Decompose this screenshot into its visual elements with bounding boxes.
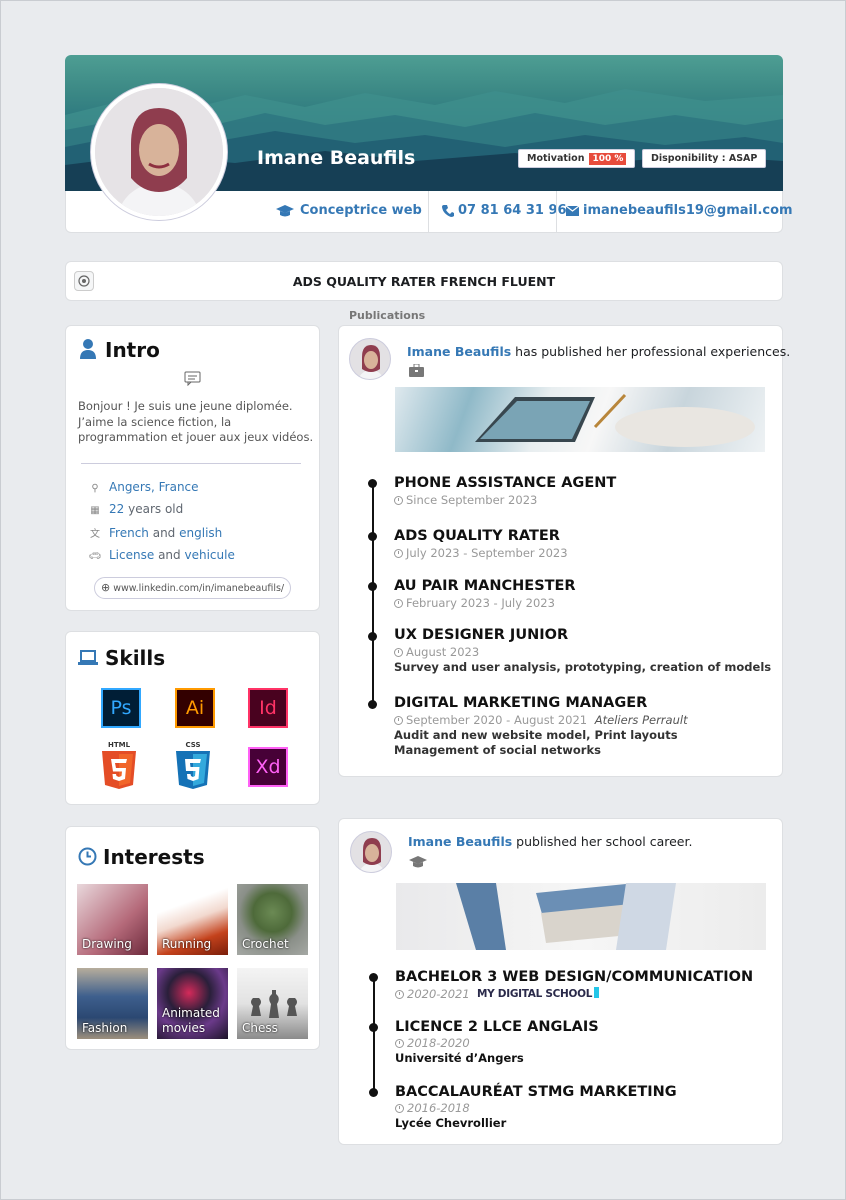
job-desc-5b: Management of social networks (394, 743, 601, 757)
edit-bio-icon[interactable] (184, 371, 201, 386)
location-pin-icon: ⚲ (91, 483, 99, 494)
school-name-2: Université d’Angers (395, 1051, 524, 1065)
interest-crochet: Crochet (237, 884, 308, 955)
skills-title: Skills (105, 646, 166, 670)
job-desc-4: Survey and user analysis, prototyping, c… (394, 660, 772, 674)
languages-row: 文 French and english (87, 525, 222, 540)
clock-icon (394, 549, 403, 558)
timeline-dot (368, 632, 377, 641)
school-timeline (373, 977, 375, 1093)
clock-icon (395, 1104, 404, 1113)
school-date-2: 2018-2020 (395, 1036, 470, 1050)
job-desc-5a: Audit and new website model, Print layou… (394, 728, 678, 742)
school-title-2: LICENCE 2 LLCE ANGLAIS (395, 1019, 599, 1035)
indesign-icon: Id (248, 688, 288, 728)
timeline-dot (368, 479, 377, 488)
school-post-image (396, 883, 766, 950)
clock-icon (395, 1039, 404, 1048)
school-date-1: 2020-2021 (395, 987, 470, 1001)
laptop-icon (78, 650, 98, 665)
mydigitalschool-logo: MY DIGITAL SCHOOL (477, 987, 600, 1000)
page: Imane Beaufils Motivation 100 % Disponibi… (0, 0, 846, 1200)
school-title-3: BACCALAURÉAT STMG MARKETING (395, 1084, 677, 1100)
job-date-2: July 2023 - September 2023 (394, 546, 568, 560)
css-label: CSS (185, 741, 201, 749)
calendar-icon: ▦ (90, 505, 100, 516)
envelope-icon (566, 205, 579, 216)
interest-fashion: Fashion (77, 968, 148, 1039)
timeline-dot (368, 582, 377, 591)
pro-post-image (395, 387, 765, 452)
linkedin-link[interactable]: ⊕ www.linkedin.com/in/imanebeaufils/ (94, 577, 292, 599)
post-avatar (350, 831, 392, 873)
availability-badge: Disponibility : ASAP (642, 149, 767, 168)
interest-running: Running (157, 884, 228, 955)
school-title-1: BACHELOR 3 WEB DESIGN/COMMUNICATION (395, 969, 754, 985)
graduation-cap-icon (276, 204, 294, 216)
job-title-2: ADS QUALITY RATER (394, 528, 560, 544)
graduation-cap-icon (409, 856, 427, 868)
car-icon: 🚗︎ (88, 551, 102, 562)
translate-icon: 文 (90, 529, 100, 540)
job-date-1: Since September 2023 (394, 493, 537, 507)
clock-icon (394, 648, 403, 657)
job-title-1: PHONE ASSISTANCE AGENT (394, 475, 617, 491)
interest-chess: Chess (237, 968, 308, 1039)
pro-timeline (372, 483, 374, 705)
email-link[interactable]: imanebeaufils19@gmail.com (566, 203, 793, 218)
interest-drawing: Drawing (77, 884, 148, 955)
school-post-text: Imane Beaufils published her school care… (408, 834, 693, 849)
job-title: Conceptrice web (276, 203, 422, 218)
publications-label: Publications (349, 309, 426, 322)
phone-icon (442, 204, 454, 217)
user-icon (80, 339, 96, 359)
timeline-dot (369, 1023, 378, 1032)
job-title-5: DIGITAL MARKETING MANAGER (394, 695, 648, 711)
headline: ADS QUALITY RATER FRENCH FLUENT (292, 274, 556, 289)
timeline-dot (369, 973, 378, 982)
profile-name: Imane Beaufils (257, 147, 416, 169)
job-title-4: UX DESIGNER JUNIOR (394, 627, 569, 643)
clock-icon (394, 496, 403, 505)
html5-icon (102, 751, 136, 789)
pro-post-text: Imane Beaufils has published her profess… (407, 344, 791, 359)
clock-icon (394, 599, 403, 608)
clock-icon (394, 716, 403, 725)
job-date-5: September 2020 - August 2021 Ateliers Pe… (394, 713, 688, 727)
location-row: ⚲ Angers, France (87, 480, 198, 494)
timeline-dot (369, 1088, 378, 1097)
interests-title: Interests (103, 845, 205, 869)
html-label: HTML (107, 741, 131, 749)
illustrator-icon: Ai (175, 688, 215, 728)
clock-icon (78, 847, 97, 866)
timeline-dot (368, 700, 377, 709)
job-date-4: August 2023 (394, 645, 479, 659)
school-date-3: 2016-2018 (395, 1101, 470, 1115)
intro-title: Intro (105, 338, 160, 362)
interest-animated-movies: Animated movies (157, 968, 228, 1039)
xd-icon: Xd (248, 747, 288, 787)
intro-card (65, 325, 320, 611)
motivation-badge: Motivation 100 % (518, 149, 636, 168)
clock-icon (395, 990, 404, 999)
school-name-3: Lycée Chevrollier (395, 1116, 507, 1130)
post-avatar (349, 338, 391, 380)
phone-link[interactable]: 07 81 64 31 96 (442, 203, 567, 218)
photoshop-icon: Ps (101, 688, 141, 728)
globe-icon: ⊕ (101, 581, 111, 594)
intro-text: Bonjour ! Je suis une jeune diplomée. J’… (78, 399, 314, 444)
divider (81, 463, 301, 464)
css3-icon (176, 751, 210, 789)
timeline-dot (368, 532, 377, 541)
job-title-3: AU PAIR MANCHESTER (394, 578, 576, 594)
briefcase-icon (409, 364, 424, 377)
profile-avatar (90, 83, 228, 221)
job-date-3: February 2023 - July 2023 (394, 596, 555, 610)
license-row: 🚗︎ License and vehicule (88, 548, 235, 562)
age-row: ▦ 22 years old (87, 502, 183, 516)
